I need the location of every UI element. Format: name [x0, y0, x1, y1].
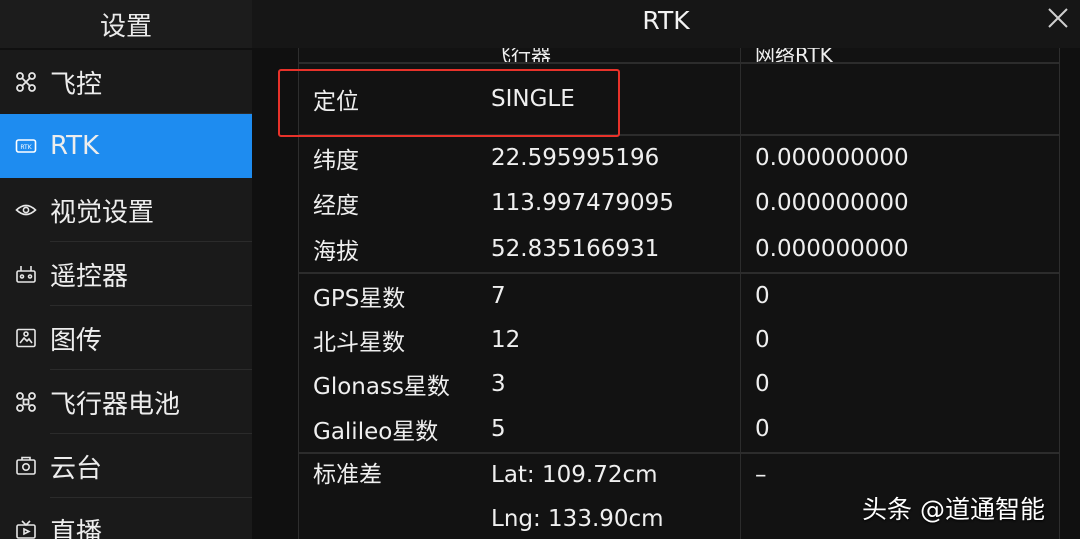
aircraft-value: Lat: 109.72cm Lng: 133.90cm — [477, 454, 741, 539]
network-value: 0.000000000 — [755, 145, 909, 171]
header-cell-network-rtk: 网络RTK — [755, 48, 833, 62]
sidebar-item-label: 图传 — [50, 325, 103, 356]
header-cell-empty — [299, 48, 477, 62]
aircraft-value: SINGLE — [477, 64, 741, 134]
row-label: 定位 — [313, 89, 359, 115]
row-label: 纬度 — [313, 148, 359, 174]
sidebar-item-aircraft-battery[interactable]: 飞行器电池 — [0, 370, 252, 434]
rtk-info-table[interactable]: 飞行器 网络RTK 定位 SINGLE 纬度 22.595995196 0.00… — [298, 48, 1060, 539]
aircraft-value: 5 — [477, 406, 741, 452]
network-value: 0 — [755, 416, 770, 442]
sidebar-item-live-stream[interactable]: 直播 — [0, 498, 252, 539]
eye-icon — [14, 198, 38, 222]
aircraft-value: 3 — [477, 362, 741, 406]
remote-controller-icon — [14, 262, 38, 286]
rtk-info-panel: 飞行器 网络RTK 定位 SINGLE 纬度 22.595995196 0.00… — [252, 48, 1080, 539]
network-value: 0 — [755, 371, 770, 397]
network-value: 0 — [755, 283, 770, 309]
sidebar-item-gimbal[interactable]: 云台 — [0, 434, 252, 498]
table-row-positioning: 定位 SINGLE — [299, 62, 1059, 134]
sidebar-item-label: RTK — [50, 131, 100, 161]
svg-text:RTK: RTK — [20, 144, 32, 151]
sidebar-item-image-transmission[interactable]: 图传 — [0, 306, 252, 370]
sidebar-item-label: 云台 — [50, 453, 103, 484]
rtk-icon: RTK — [14, 134, 38, 158]
table-row-gps-satellites: GPS星数 7 0 — [299, 272, 1059, 318]
std-dev-label: 标准差 — [313, 462, 382, 488]
watermark-text: 头条 @道通智能 — [862, 495, 1045, 524]
sidebar-item-label: 遥控器 — [50, 261, 129, 292]
settings-sidebar: 飞控 RTK RTK 视觉设置 遥控器 图传 飞行器电池 云台 直播 — [0, 50, 252, 539]
row-label: 北斗星数 — [313, 330, 405, 356]
network-value: 0.000000000 — [755, 236, 909, 262]
row-label: 经度 — [313, 193, 359, 219]
sidebar-item-flight-control[interactable]: 飞控 — [0, 50, 252, 114]
aircraft-value: 113.997479095 — [477, 180, 741, 226]
sidebar-item-label: 飞控 — [50, 69, 103, 100]
close-icon — [1048, 8, 1068, 28]
drone-icon — [14, 70, 38, 94]
table-row-longitude: 经度 113.997479095 0.000000000 — [299, 180, 1059, 226]
table-row-beidou-satellites: 北斗星数 12 0 — [299, 318, 1059, 362]
table-row-glonass-satellites: Glonass星数 3 0 — [299, 362, 1059, 406]
table-row-altitude: 海拔 52.835166931 0.000000000 — [299, 226, 1059, 272]
sidebar-item-label: 直播 — [50, 517, 103, 539]
std-dev-lat: Lat: 109.72cm — [491, 462, 658, 488]
aircraft-value: 22.595995196 — [477, 136, 741, 180]
std-dev-lng: Lng: 133.90cm — [491, 506, 664, 532]
sidebar-item-label: 飞行器电池 — [50, 389, 181, 420]
std-dev-network: – — [755, 462, 767, 488]
header-cell-aircraft: 飞行器 — [477, 48, 741, 62]
sidebar-item-vision[interactable]: 视觉设置 — [0, 178, 252, 242]
network-value — [741, 64, 1059, 134]
page-title: RTK — [642, 5, 690, 35]
page-header: RTK — [252, 0, 1080, 48]
network-value: 0 — [755, 327, 770, 353]
aircraft-value: 12 — [477, 318, 741, 362]
sidebar-item-rtk[interactable]: RTK RTK — [0, 114, 252, 178]
live-stream-icon — [14, 518, 38, 539]
close-button[interactable] — [1044, 4, 1072, 32]
row-label: Galileo星数 — [313, 419, 439, 445]
row-label: 标准差 — [299, 454, 477, 539]
row-label: GPS星数 — [313, 286, 406, 312]
sidebar-item-label: 视觉设置 — [50, 197, 155, 228]
row-label: Glonass星数 — [313, 374, 450, 400]
network-value: 0.000000000 — [755, 190, 909, 216]
image-transmission-icon — [14, 326, 38, 350]
aircraft-battery-icon — [14, 390, 38, 414]
table-row-latitude: 纬度 22.595995196 0.000000000 — [299, 134, 1059, 180]
aircraft-value: 52.835166931 — [477, 226, 741, 272]
gimbal-icon — [14, 454, 38, 478]
row-label: 海拔 — [313, 239, 359, 265]
sidebar-item-remote-controller[interactable]: 遥控器 — [0, 242, 252, 306]
table-row-galileo-satellites: Galileo星数 5 0 — [299, 406, 1059, 452]
table-header-row: 飞行器 网络RTK — [299, 48, 1059, 62]
settings-title: 设置 — [0, 0, 252, 48]
aircraft-value: 7 — [477, 274, 741, 318]
